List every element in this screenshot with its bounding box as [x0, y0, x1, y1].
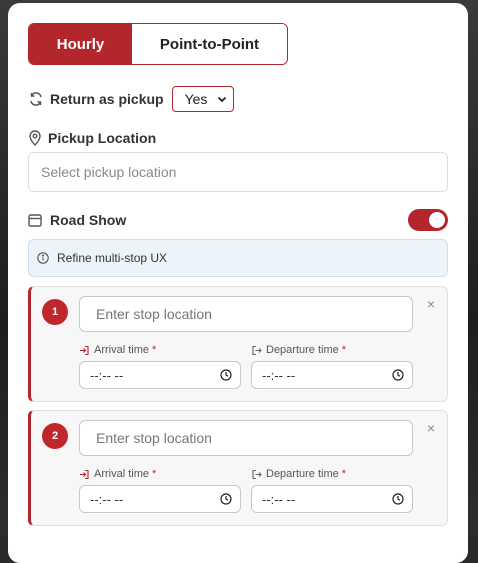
- clock-icon[interactable]: [392, 493, 404, 505]
- departure-time-label: Departure time *: [251, 468, 346, 480]
- booking-form-card: Hourly Point-to-Point Return as pickup Y…: [8, 3, 468, 563]
- return-as-pickup-label: Return as pickup: [50, 91, 164, 107]
- info-icon: [37, 252, 49, 264]
- required-mark: *: [341, 344, 347, 356]
- departure-time-value: --:-- --: [262, 491, 296, 507]
- pickup-label-row: Pickup Location: [28, 128, 156, 148]
- trip-type-toggle: Hourly Point-to-Point: [28, 23, 288, 65]
- departure-time-value: --:-- --: [262, 367, 296, 383]
- required-mark: *: [152, 468, 157, 480]
- pickup-location-input[interactable]: Select pickup location: [28, 152, 448, 192]
- arrival-time-text: Arrival time: [94, 468, 150, 480]
- stop-card: 2 Enter stop location × Arrival time * D…: [28, 410, 448, 526]
- arrival-time-value: --:-- --: [90, 491, 124, 507]
- sign-in-icon: [80, 345, 89, 355]
- departure-time-text: Departure time: [266, 344, 339, 356]
- info-banner-text: Refine multi-stop UX: [57, 251, 168, 265]
- location-pin-icon: [29, 130, 41, 146]
- departure-time-text: Departure time: [266, 468, 339, 480]
- sign-in-icon: [80, 469, 89, 479]
- required-mark: *: [341, 468, 347, 480]
- toggle-knob: [429, 212, 445, 228]
- refresh-icon: [30, 92, 42, 106]
- sign-out-icon: [252, 469, 262, 479]
- clock-icon[interactable]: [220, 369, 232, 381]
- stop-location-placeholder: Enter stop location: [96, 430, 212, 446]
- tab-hourly[interactable]: Hourly: [29, 24, 132, 64]
- chevron-down-icon: [217, 96, 226, 103]
- arrival-time-input[interactable]: --:-- --: [79, 485, 241, 513]
- arrival-time-label: Arrival time *: [79, 468, 156, 480]
- road-show-row: Road Show: [28, 208, 448, 232]
- close-icon[interactable]: ×: [425, 421, 437, 435]
- sign-out-icon: [252, 345, 262, 355]
- stop-location-input[interactable]: Enter stop location: [79, 420, 413, 456]
- stop-location-placeholder: Enter stop location: [96, 306, 212, 322]
- road-show-label: Road Show: [50, 212, 127, 228]
- departure-time-input[interactable]: --:-- --: [251, 361, 413, 389]
- arrival-time-value: --:-- --: [90, 367, 124, 383]
- required-mark: *: [152, 344, 157, 356]
- arrival-time-text: Arrival time: [94, 344, 150, 356]
- arrival-time-label: Arrival time *: [79, 344, 156, 356]
- departure-time-input[interactable]: --:-- --: [251, 485, 413, 513]
- departure-time-label: Departure time *: [251, 344, 346, 356]
- calendar-icon: [28, 214, 42, 227]
- stop-number-badge: 2: [42, 423, 68, 449]
- stop-number-badge: 1: [42, 299, 68, 325]
- pickup-location-label: Pickup Location: [48, 130, 157, 146]
- return-as-pickup-select[interactable]: Yes: [171, 86, 234, 112]
- info-banner: Refine multi-stop UX: [28, 239, 448, 277]
- arrival-time-input[interactable]: --:-- --: [79, 361, 241, 389]
- clock-icon[interactable]: [392, 369, 404, 381]
- stop-location-input[interactable]: Enter stop location: [79, 296, 413, 332]
- stop-card: 1 Enter stop location × Arrival time * D…: [28, 286, 448, 402]
- close-icon[interactable]: ×: [425, 297, 437, 311]
- return-as-pickup-value: Yes: [184, 91, 208, 107]
- clock-icon[interactable]: [220, 493, 232, 505]
- road-show-toggle[interactable]: [408, 209, 448, 231]
- return-as-pickup-row: Return as pickup Yes: [28, 85, 234, 113]
- tab-point-to-point[interactable]: Point-to-Point: [132, 24, 287, 64]
- pickup-location-placeholder: Select pickup location: [41, 164, 177, 180]
